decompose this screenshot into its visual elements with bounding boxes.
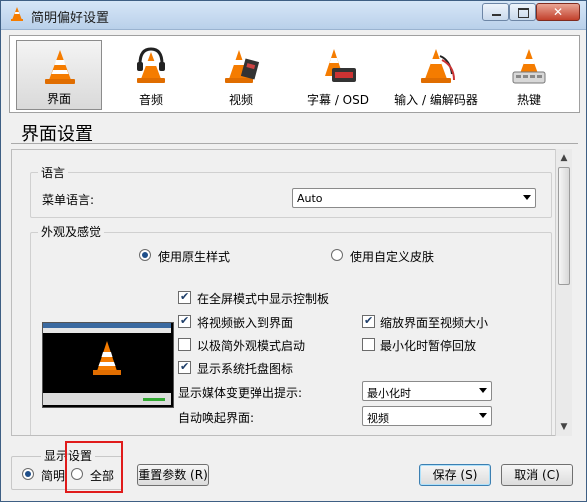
preview-cone-icon (93, 341, 121, 375)
reset-preferences-button[interactable]: 重置参数 (R) (137, 464, 209, 486)
tab-audio[interactable]: 音频 (108, 40, 194, 110)
pause-minimized-label: 最小化时暂停回放 (380, 339, 477, 353)
radio-custom-skin[interactable] (331, 249, 343, 261)
auto-raise-label: 自动唤起界面: (178, 411, 255, 425)
group-title-look-and-feel: 外观及感觉 (38, 223, 105, 240)
close-button[interactable]: ✕ (536, 3, 580, 21)
tab-label: 音频 (138, 93, 163, 107)
checkbox-fullscreen-controls[interactable] (178, 290, 191, 304)
vlc-cone-icon (11, 7, 23, 21)
minimize-button[interactable] (482, 3, 509, 21)
minimize-icon (492, 14, 501, 16)
category-tabs: 界面 音频 视频 字幕 / OSD 输入 / 编解码器 热键 (9, 35, 580, 113)
film-cone-icon (225, 50, 260, 83)
menu-language-label: 菜单语言: (42, 193, 95, 207)
tab-label: 字幕 / OSD (307, 93, 369, 107)
tab-video[interactable]: 视频 (198, 40, 284, 110)
systray-icon-label: 显示系统托盘图标 (197, 362, 294, 376)
keyboard-cone-icon (512, 49, 546, 84)
resize-interface-label: 缩放界面至视频大小 (380, 316, 489, 330)
auto-raise-value: 视频 (367, 412, 389, 425)
media-popup-label: 显示媒体变更弹出提示: (178, 386, 303, 400)
scroll-down-icon[interactable]: ▼ (557, 419, 571, 435)
headphones-cone-icon (137, 47, 165, 83)
embed-video-label: 将视频嵌入到界面 (197, 316, 294, 330)
scroll-up-icon[interactable]: ▲ (557, 150, 571, 166)
tab-label: 界面 (46, 92, 71, 106)
fullscreen-controls-label: 在全屏模式中显示控制板 (197, 292, 330, 306)
preferences-window: 简明偏好设置 ✕ 界面 音频 视频 字幕 / OSD 输入 / 编解码器 热键 … (0, 0, 587, 502)
chevron-down-icon (523, 195, 531, 200)
checkbox-systray-icon[interactable] (178, 360, 191, 374)
chevron-down-icon (479, 413, 487, 418)
interface-preview-image (42, 322, 174, 408)
divider (11, 143, 578, 144)
radio-native-style[interactable] (139, 249, 151, 261)
chevron-down-icon (479, 388, 487, 393)
preview-controls (43, 393, 171, 405)
radio-custom-skin-label: 使用自定义皮肤 (350, 250, 435, 264)
checkbox-pause-minimized[interactable] (362, 338, 375, 351)
cables-cone-icon (421, 49, 455, 83)
radio-simple-label: 简明 (41, 469, 66, 483)
radio-native-style-label: 使用原生样式 (158, 250, 231, 264)
maximize-button[interactable] (509, 3, 536, 21)
vlc-cone-icon (45, 50, 75, 84)
preview-menubar (43, 328, 171, 333)
media-popup-value: 最小化时 (367, 387, 411, 400)
tab-input-codecs[interactable]: 输入 / 编解码器 (380, 40, 492, 110)
radio-simple[interactable] (22, 468, 34, 480)
tab-label: 视频 (228, 93, 253, 107)
highlight-box (65, 441, 123, 493)
tab-label: 输入 / 编解码器 (394, 93, 478, 107)
minimal-mode-label: 以极简外观模式启动 (197, 339, 306, 353)
checkbox-embed-video[interactable] (178, 314, 191, 328)
tab-label: 热键 (516, 93, 541, 107)
vertical-scrollbar[interactable]: ▲ ▼ (555, 149, 572, 436)
close-icon: ✕ (552, 5, 564, 19)
menu-language-select[interactable]: Auto (292, 188, 536, 208)
menu-language-value: Auto (297, 192, 323, 205)
media-popup-select[interactable]: 最小化时 (362, 381, 492, 401)
checkbox-resize-interface[interactable] (362, 314, 375, 328)
tab-subtitles-osd[interactable]: 字幕 / OSD (288, 40, 388, 110)
window-title: 简明偏好设置 (31, 11, 110, 26)
subtitle-display-cone-icon (325, 49, 356, 82)
scrollbar-thumb[interactable] (558, 167, 570, 285)
cancel-button[interactable]: 取消 (C) (501, 464, 573, 486)
tab-interface[interactable]: 界面 (16, 40, 102, 110)
maximize-icon (518, 8, 529, 18)
group-title-language: 语言 (38, 164, 69, 181)
preview-volume (143, 398, 165, 401)
checkbox-minimal-mode[interactable] (178, 338, 191, 351)
save-button[interactable]: 保存 (S) (419, 464, 491, 486)
auto-raise-select[interactable]: 视频 (362, 406, 492, 426)
settings-scroll-area[interactable]: 语言 菜单语言: Auto 外观及感觉 使用原生样式 使用自定义皮肤 ✔ 在全屏… (11, 149, 572, 436)
title-bar[interactable]: 简明偏好设置 ✕ (1, 1, 586, 30)
tab-hotkeys[interactable]: 热键 (486, 40, 572, 110)
